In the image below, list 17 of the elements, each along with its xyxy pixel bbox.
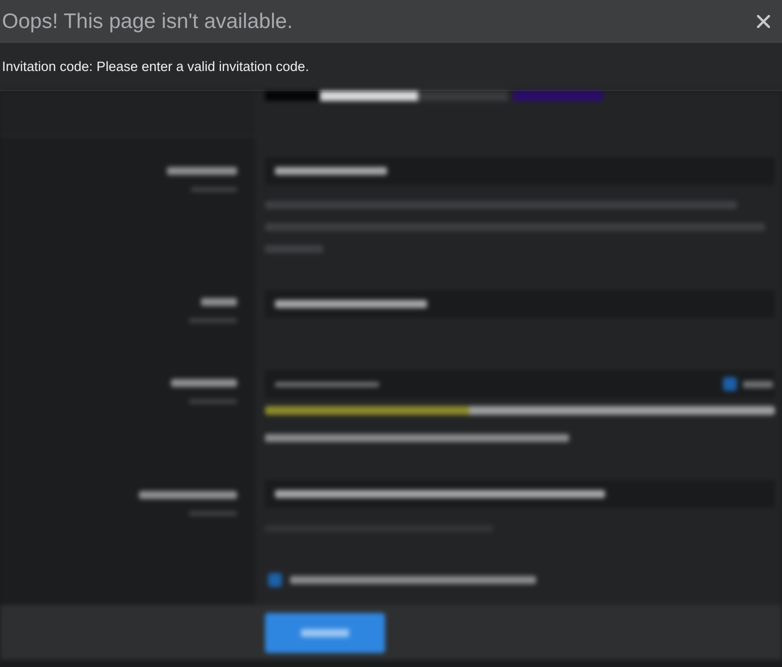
blurred-sublabel-bar xyxy=(189,318,237,323)
blurred-text-bar xyxy=(743,380,773,388)
blurred-label-bar xyxy=(167,167,237,175)
blurred-label-bar xyxy=(201,298,237,306)
blurred-sublabel-bar xyxy=(191,187,237,192)
checkbox[interactable] xyxy=(723,377,737,391)
dialog-title: Oops! This page isn't available. xyxy=(2,10,293,34)
error-message: Invitation code: Please enter a valid invitation code. xyxy=(2,59,309,74)
blurred-text-bar xyxy=(301,629,349,637)
blurred-button[interactable] xyxy=(265,613,385,653)
blurred-text-bar xyxy=(265,245,323,253)
blurred-label-bar xyxy=(171,379,237,387)
close-icon xyxy=(757,15,770,28)
blurred-sublabel-bar xyxy=(189,399,237,404)
close-button[interactable] xyxy=(755,13,772,30)
blurred-sublabel-bar xyxy=(189,511,237,516)
checkbox[interactable] xyxy=(268,573,282,587)
